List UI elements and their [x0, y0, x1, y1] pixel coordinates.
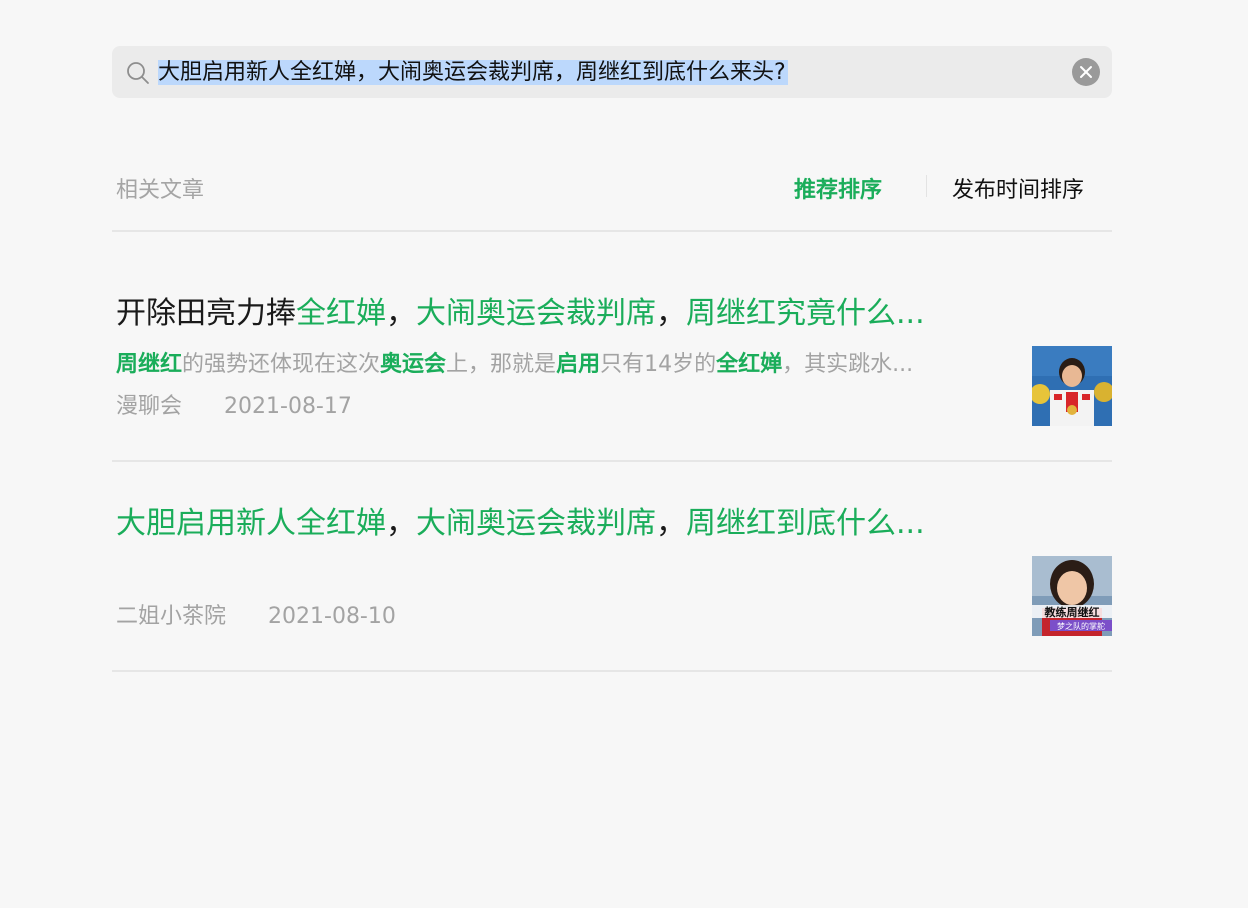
result-title: 大胆启用新人全红婵，大闹奥运会裁判席，周继红到底什么... — [116, 504, 1006, 544]
search-icon — [126, 61, 150, 85]
title-text: ， — [656, 506, 686, 541]
result-title: 开除田亮力捧全红婵，大闹奥运会裁判席，周继红究竟什么... — [116, 294, 1006, 334]
snippet-highlight: 启用 — [556, 352, 601, 377]
search-input[interactable]: 大胆启用新人全红婵，大闹奥运会裁判席，周继红到底什么来头? — [158, 58, 788, 88]
result-date: 2021-08-17 — [224, 394, 352, 419]
result-meta: 漫聊会 2021-08-17 — [116, 392, 352, 422]
snippet-highlight: 全红婵 — [716, 352, 783, 377]
result-meta: 二姐小茶院 2021-08-10 — [116, 602, 396, 632]
result-item[interactable]: 大胆启用新人全红婵，大闹奥运会裁判席，周继红到底什么... 二姐小茶院 2021-… — [112, 504, 1112, 714]
result-source: 二姐小茶院 — [116, 604, 227, 629]
result-source: 漫聊会 — [116, 394, 183, 419]
title-text: ， — [386, 506, 416, 541]
title-text: ， — [386, 296, 416, 331]
divider — [112, 460, 1112, 462]
search-query-selected: 大胆启用新人全红婵，大闹奥运会裁判席，周继红到底什么来头? — [158, 60, 788, 85]
sort-recommend-tab[interactable]: 推荐排序 — [794, 172, 882, 204]
title-highlight: 大闹奥运会裁判席 — [416, 296, 656, 331]
title-highlight: 全红婵 — [296, 296, 386, 331]
results-header: 相关文章 推荐排序 发布时间排序 — [112, 166, 1112, 210]
snippet-text: ，其实跳水... — [782, 352, 914, 377]
snippet-text: 上，那就是 — [446, 352, 557, 377]
snippet-highlight: 奥运会 — [380, 352, 447, 377]
sort-time-tab[interactable]: 发布时间排序 — [952, 172, 1084, 204]
thumbnail-caption: 教练周继红 — [1044, 605, 1100, 619]
title-text: ， — [656, 296, 686, 331]
sort-divider — [926, 175, 927, 197]
divider — [112, 230, 1112, 232]
title-highlight: 大闹奥运会裁判席 — [416, 506, 656, 541]
title-text: 开除田亮力捧 — [116, 296, 296, 331]
section-label: 相关文章 — [116, 178, 205, 203]
title-highlight: 周继红究竟什么... — [686, 296, 925, 331]
result-item[interactable]: 开除田亮力捧全红婵，大闹奥运会裁判席，周继红究竟什么... 周继红的强势还体现在… — [112, 294, 1112, 504]
snippet-text: 的强势还体现在这次 — [182, 352, 381, 377]
snippet-text: 只有14岁的 — [600, 352, 717, 377]
title-highlight: 大胆启用新人全红婵 — [116, 506, 386, 541]
thumbnail-subcaption: 梦之队的掌舵 — [1057, 621, 1105, 631]
result-snippet: 周继红的强势还体现在这次奥运会上，那就是启用只有14岁的全红婵，其实跳水... — [116, 350, 1006, 380]
diver-medal-photo — [1032, 346, 1112, 426]
divider — [112, 670, 1112, 672]
search-bar[interactable]: 大胆启用新人全红婵，大闹奥运会裁判席，周继红到底什么来头? — [112, 46, 1112, 98]
clear-search-button[interactable] — [1072, 58, 1100, 86]
snippet-highlight: 周继红 — [116, 352, 183, 377]
close-icon — [1080, 66, 1092, 78]
title-highlight: 周继红到底什么... — [686, 506, 925, 541]
coach-portrait-photo: 教练周继红 梦之队的掌舵 — [1032, 556, 1112, 636]
result-date: 2021-08-10 — [268, 604, 396, 629]
